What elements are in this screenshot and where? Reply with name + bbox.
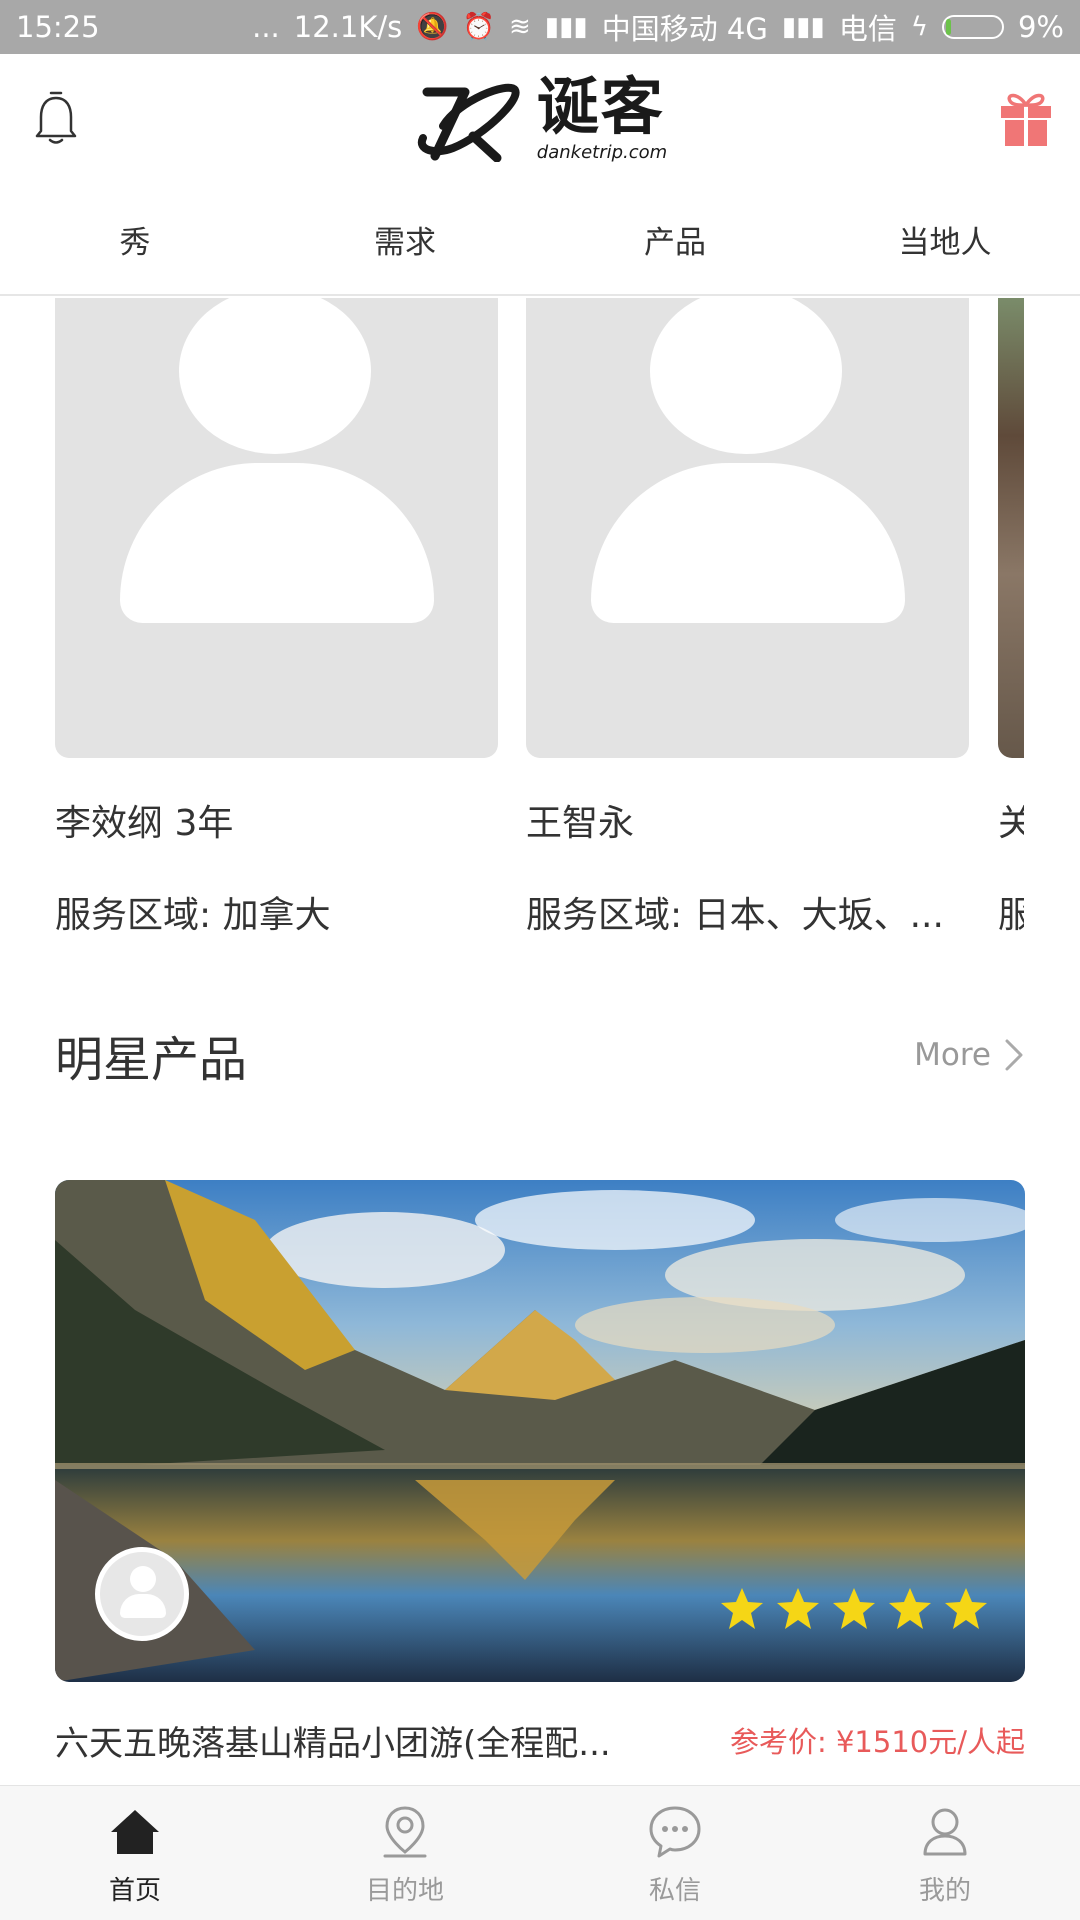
product-title: 六天五晚落基山精品小团游(全程配... [55,1723,611,1764]
brand-logo: 诞客 danketrip.com [413,76,667,162]
status-time: 15:25 [16,10,100,44]
bottom-navigation: 首页 目的地 私信 我的 [0,1785,1080,1920]
logo-mark-icon [417,83,520,162]
more-link[interactable]: More [914,1037,1025,1073]
status-indicators: ... 12.1K/s 🔕 ⏰ ≋ ▮▮▮ 中国移动 4G ▮▮▮ 电信 ϟ 9… [252,6,1064,48]
local-name: 关 [998,803,1024,844]
local-card-partial[interactable]: 关 服 [998,298,1024,938]
star-icon [777,1588,819,1629]
carrier-secondary: 电信 [838,12,897,46]
location-pin-icon [383,1806,427,1858]
battery-level [945,19,952,35]
more-label: More [914,1037,991,1073]
locals-carousel[interactable]: 李效纲 3年 服务区域: 加拿大 王智永 服务区域: 日本、大坂、... 关 服 [0,298,1080,938]
local-name: 李效纲 3年 [55,803,234,844]
network-speed: 12.1K/s [293,10,403,44]
tab-show[interactable]: 秀 [0,184,270,294]
product-info[interactable]: 六天五晚落基山精品小团游(全程配... 参考价: ¥1510元/人起 [55,1710,1025,1770]
tab-locals[interactable]: 当地人 [810,184,1080,294]
wifi-icon: ≋ [508,12,531,42]
battery-icon [941,15,1004,39]
product-image[interactable] [55,1180,1025,1682]
star-icon [721,1588,763,1629]
battery-percent: 9% [1017,10,1064,44]
nav-profile[interactable]: 我的 [810,1786,1080,1920]
signal-icon-secondary: ▮▮▮ [781,12,825,42]
avatar-placeholder [526,298,969,758]
local-photo [998,298,1024,758]
star-icon [945,1588,987,1629]
nav-label: 私信 [648,1876,701,1906]
local-service-area: 服 [998,895,1024,936]
charging-icon: ϟ [910,12,928,42]
tab-demand[interactable]: 需求 [270,184,540,294]
status-dots: ... [252,10,280,44]
avatar-placeholder [55,298,498,758]
host-avatar[interactable] [95,1547,189,1641]
nav-home[interactable]: 首页 [0,1786,270,1920]
nav-label: 目的地 [365,1876,444,1906]
nav-destination[interactable]: 目的地 [270,1786,540,1920]
star-products-header: 明星产品 More [55,1020,1025,1090]
product-price: 参考价: ¥1510元/人起 [729,1725,1025,1759]
chevron-right-icon [1005,1039,1023,1071]
local-name: 王智永 [526,803,635,844]
star-icon [889,1588,931,1629]
local-service-area: 服务区域: 日本、大坂、... [526,895,944,936]
local-card[interactable]: 李效纲 3年 服务区域: 加拿大 [55,298,498,938]
app-screen: 15:25 ... 12.1K/s 🔕 ⏰ ≋ ▮▮▮ 中国移动 4G ▮▮▮ … [0,0,1080,1920]
logo-text: 诞客 danketrip.com [537,76,667,162]
logo-chinese: 诞客 [536,70,665,143]
nav-label: 我的 [918,1876,971,1906]
user-icon [923,1808,967,1856]
category-tabs: 秀 需求 产品 当地人 [0,184,1080,296]
local-card[interactable]: 王智永 服务区域: 日本、大坂、... [526,298,969,938]
status-bar: 15:25 ... 12.1K/s 🔕 ⏰ ≋ ▮▮▮ 中国移动 4G ▮▮▮ … [0,0,1080,54]
logo-domain: danketrip.com [536,142,668,163]
section-title: 明星产品 [55,1032,248,1088]
nav-label: 首页 [108,1876,161,1906]
tab-product[interactable]: 产品 [540,184,810,294]
bell-icon[interactable] [34,90,78,146]
local-service-area: 服务区域: 加拿大 [55,895,331,936]
signal-icon: ▮▮▮ [544,12,588,42]
rating-stars [719,1586,989,1632]
star-icon [833,1588,875,1629]
carrier-primary: 中国移动 4G [601,12,768,46]
alarm-icon: ⏰ [462,12,495,42]
mute-icon: 🔕 [416,12,449,42]
nav-messages[interactable]: 私信 [540,1786,810,1920]
home-icon [111,1810,159,1854]
chat-bubble-icon [649,1806,701,1858]
gift-icon[interactable] [998,88,1054,148]
app-header: 诞客 danketrip.com [0,54,1080,184]
